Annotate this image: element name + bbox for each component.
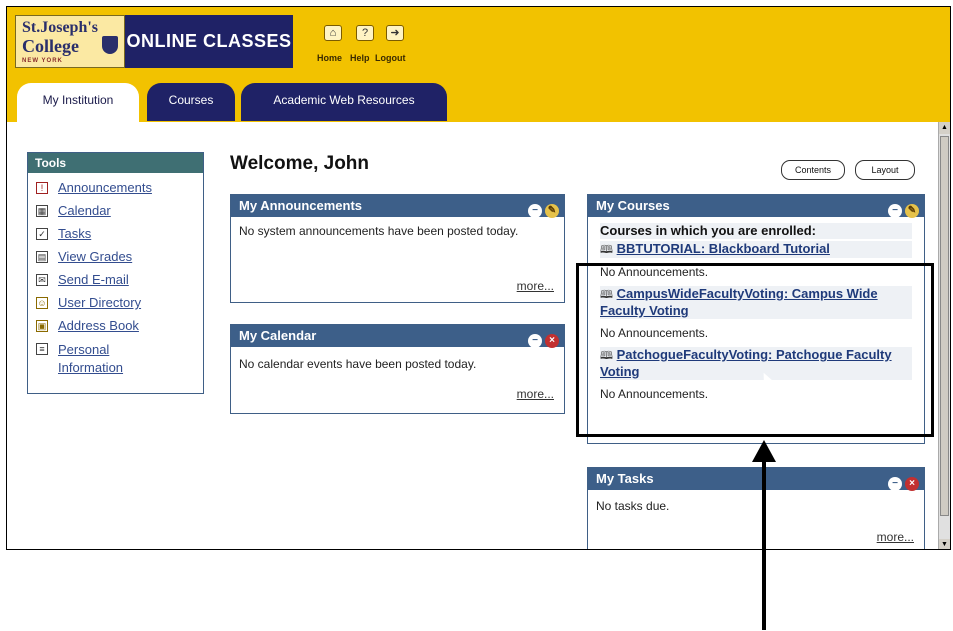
- logo-text-line1: St.Joseph's: [22, 19, 99, 36]
- calendar-title: My Calendar: [239, 328, 317, 343]
- help-link[interactable]: Help: [350, 53, 370, 63]
- welcome-heading: Welcome, John: [230, 153, 370, 174]
- tasks-body: No tasks due.: [596, 499, 670, 513]
- course-link-bbtutorial[interactable]: BBTUTORIAL: Blackboard Tutorial: [617, 241, 830, 256]
- tool-label[interactable]: User Directory: [58, 295, 141, 310]
- tasks-title: My Tasks: [596, 471, 654, 486]
- callout-arrow: [762, 458, 766, 630]
- announcement-icon: !: [36, 182, 48, 194]
- tool-label[interactable]: Calendar: [58, 203, 111, 218]
- announcements-header: My Announcements − ✎: [231, 195, 564, 218]
- logo-text-line2: College: [22, 36, 79, 56]
- home-icon[interactable]: ⌂: [321, 23, 345, 41]
- tool-label[interactable]: Tasks: [58, 226, 91, 241]
- tasks-header: My Tasks − ×: [588, 468, 924, 491]
- minimize-icon[interactable]: −: [528, 334, 542, 348]
- tools-title: Tools: [28, 153, 203, 173]
- logout-icon[interactable]: ➜: [383, 23, 407, 41]
- courses-header: My Courses − ✎: [588, 195, 924, 218]
- tab-courses[interactable]: Courses: [147, 83, 235, 121]
- header-banner: St.Joseph's College NEW YORK ONLINE CLAS…: [7, 7, 950, 123]
- contents-button[interactable]: Contents: [781, 160, 845, 180]
- close-icon[interactable]: ×: [545, 334, 559, 348]
- grades-icon: ▤: [36, 251, 48, 263]
- book-icon: 🕮: [600, 244, 613, 256]
- scroll-thumb[interactable]: [940, 136, 949, 516]
- address-book-icon: ▣: [36, 320, 48, 332]
- tool-item-announcements[interactable]: ! Announcements: [28, 178, 203, 201]
- tasks-module: My Tasks − × No tasks due. more...: [587, 467, 925, 549]
- help-icon[interactable]: ?: [353, 23, 377, 41]
- email-icon: ✉: [36, 274, 48, 286]
- tool-item-tasks[interactable]: ✓ Tasks: [28, 224, 203, 247]
- vertical-scrollbar[interactable]: ▲ ▼: [938, 122, 950, 549]
- minimize-icon[interactable]: −: [888, 477, 902, 491]
- calendar-module: My Calendar − × No calendar events have b…: [230, 324, 565, 414]
- courses-subtitle: Courses in which you are enrolled:: [600, 223, 912, 239]
- tool-label[interactable]: Personal Information: [58, 341, 168, 377]
- layout-button[interactable]: Layout: [855, 160, 915, 180]
- home-link[interactable]: Home: [317, 53, 342, 63]
- calendar-more-link[interactable]: more...: [517, 387, 554, 401]
- tool-item-view-grades[interactable]: ▤ View Grades: [28, 247, 203, 270]
- college-logo[interactable]: St.Joseph's College NEW YORK: [15, 15, 125, 68]
- logout-link[interactable]: Logout: [375, 53, 406, 63]
- tools-panel: Tools ! Announcements ▦ Calendar ✓ Tasks…: [27, 152, 204, 394]
- user-directory-icon: ☺: [36, 297, 48, 309]
- tool-label[interactable]: Announcements: [58, 180, 152, 195]
- minimize-icon[interactable]: −: [528, 204, 542, 218]
- callout-highlight-box: [576, 263, 934, 437]
- calendar-header: My Calendar − ×: [231, 325, 564, 348]
- calendar-body: No calendar events have been posted toda…: [239, 357, 477, 371]
- minimize-icon[interactable]: −: [888, 204, 902, 218]
- announcements-module: My Announcements − ✎ No system announceme…: [230, 194, 565, 303]
- tool-label[interactable]: View Grades: [58, 249, 132, 264]
- tool-item-calendar[interactable]: ▦ Calendar: [28, 201, 203, 224]
- personal-info-icon: ≡: [36, 343, 48, 355]
- edit-icon[interactable]: ✎: [905, 204, 919, 218]
- announcements-more-link[interactable]: more...: [517, 279, 554, 293]
- tasks-more-link[interactable]: more...: [877, 530, 914, 544]
- tool-label[interactable]: Send E-mail: [58, 272, 129, 287]
- tool-label[interactable]: Address Book: [58, 318, 139, 333]
- scroll-up-icon[interactable]: ▲: [939, 122, 950, 134]
- close-icon[interactable]: ×: [905, 477, 919, 491]
- edit-icon[interactable]: ✎: [545, 204, 559, 218]
- tool-item-personal-information[interactable]: ≡ Personal Information: [28, 339, 203, 379]
- crest-icon: [102, 36, 118, 54]
- tab-my-institution[interactable]: My Institution: [17, 83, 139, 123]
- tasks-icon: ✓: [36, 228, 48, 240]
- online-classes-title: ONLINE CLASSES: [125, 15, 293, 68]
- logo-text-line3: NEW YORK: [22, 58, 63, 64]
- announcements-title: My Announcements: [239, 198, 363, 213]
- announcements-body: No system announcements have been posted…: [239, 224, 519, 238]
- tool-item-address-book[interactable]: ▣ Address Book: [28, 316, 203, 339]
- tool-item-send-email[interactable]: ✉ Send E-mail: [28, 270, 203, 293]
- calendar-icon: ▦: [36, 205, 48, 217]
- tab-academic-web-resources[interactable]: Academic Web Resources: [241, 83, 447, 121]
- scroll-down-icon[interactable]: ▼: [939, 539, 950, 549]
- courses-title: My Courses: [596, 198, 670, 213]
- tool-item-user-directory[interactable]: ☺ User Directory: [28, 293, 203, 316]
